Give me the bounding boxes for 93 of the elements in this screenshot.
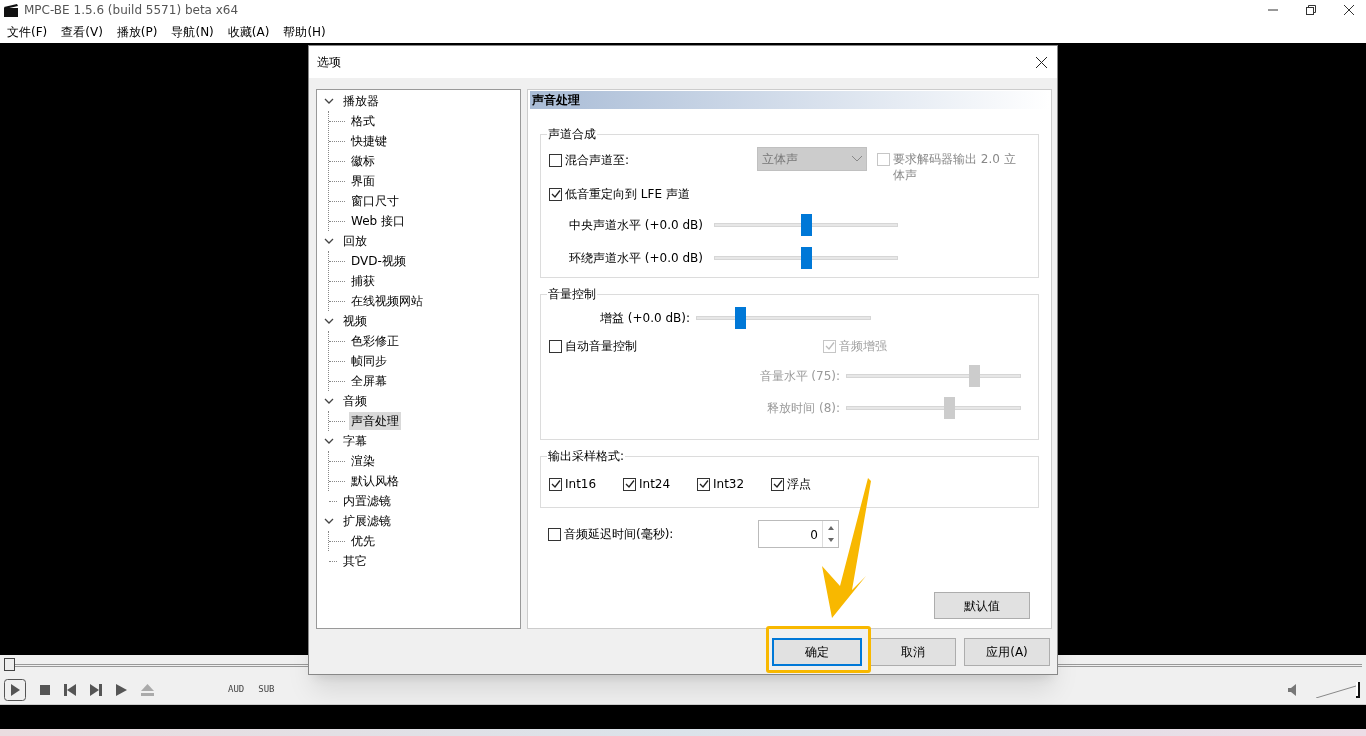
tree-item[interactable]: 字幕: [341, 432, 369, 450]
checkbox[interactable]: [549, 153, 562, 167]
tree-item[interactable]: 捕获: [349, 272, 377, 290]
tree-item[interactable]: Web 接口: [349, 212, 407, 230]
window-title: MPC-BE 1.5.6 (build 5571) beta x64: [24, 2, 239, 19]
menu-item[interactable]: 收藏(A): [227, 22, 270, 41]
previous-icon[interactable]: [64, 683, 76, 696]
checkbox[interactable]: [549, 477, 562, 491]
slider-label: 释放时间 (8):: [766, 400, 841, 417]
close-icon[interactable]: [1036, 56, 1047, 68]
track-label[interactable]: AUD: [228, 682, 245, 697]
group-title: 声道合成: [547, 126, 597, 142]
tree-item[interactable]: 播放器: [341, 92, 381, 110]
checkbox-label: Int24: [639, 476, 671, 493]
maximize-icon[interactable]: [1306, 5, 1316, 15]
tree-item[interactable]: 渲染: [349, 452, 377, 470]
stop-icon[interactable]: [40, 684, 50, 695]
check-icon: [550, 189, 561, 199]
track-label[interactable]: SUB: [258, 682, 275, 697]
tree-item[interactable]: 默认风格: [349, 472, 401, 490]
check-icon: [698, 479, 709, 489]
slider-label: 中央声道水平 (+0.0 dB): [569, 217, 704, 234]
slider-label: 音量水平 (75):: [758, 368, 841, 385]
tree-item[interactable]: 扩展滤镜: [341, 512, 393, 530]
checkbox-label: 音频增强: [839, 338, 887, 355]
tree-item[interactable]: 视频: [341, 312, 369, 330]
checkbox[interactable]: [697, 477, 710, 491]
chevron-icon[interactable]: [324, 516, 334, 526]
tree-item[interactable]: 在线视频网站: [349, 292, 425, 310]
checkbox-label: 要求解码器输出 2.0 立体声: [893, 151, 1017, 183]
tree-item[interactable]: 全屏幕: [349, 372, 389, 390]
slider-thumb[interactable]: [801, 247, 812, 269]
tree-item[interactable]: 快捷键: [349, 132, 389, 150]
tree-item[interactable]: 回放: [341, 232, 369, 250]
checkbox[interactable]: [623, 477, 636, 491]
dialog-title: 选项: [317, 54, 341, 71]
dialog-button[interactable]: 确定: [772, 638, 862, 666]
play-icon[interactable]: [4, 678, 26, 701]
tree-item[interactable]: 格式: [349, 112, 377, 130]
tree-item[interactable]: 内置滤镜: [341, 492, 393, 510]
slider-thumb[interactable]: [801, 214, 812, 236]
checkbox-label: Int32: [713, 476, 745, 493]
checkbox[interactable]: [549, 187, 562, 201]
slider-thumb[interactable]: [734, 307, 746, 329]
menu-item[interactable]: 导航(N): [171, 22, 214, 41]
group-title: 输出采样格式:: [547, 448, 626, 464]
menu-item[interactable]: 播放(P): [116, 22, 158, 41]
tree-item[interactable]: DVD-视频: [349, 252, 408, 270]
tree-item[interactable]: 声音处理: [349, 412, 401, 430]
checkbox[interactable]: [549, 339, 562, 353]
chevron-icon[interactable]: [324, 436, 334, 446]
menu-item[interactable]: 查看(V): [61, 22, 103, 41]
chevron-icon[interactable]: [324, 316, 334, 326]
tree-item[interactable]: 色彩修正: [349, 332, 401, 350]
checkbox-label: 浮点: [787, 476, 811, 493]
default-button[interactable]: 默认值: [934, 592, 1030, 619]
close-icon[interactable]: [1344, 5, 1354, 15]
dialog-button[interactable]: 取消: [870, 638, 956, 666]
chevron-icon[interactable]: [324, 396, 334, 406]
dialog-button[interactable]: 应用(A): [964, 638, 1050, 666]
next-icon[interactable]: [90, 683, 102, 696]
checkbox-label: 音频延迟时间(毫秒):: [564, 526, 674, 543]
slider-label: 环绕声道水平 (+0.0 dB): [569, 250, 704, 267]
tree-item[interactable]: 优先: [349, 532, 377, 550]
chevron-icon: [852, 156, 862, 162]
checkbox[interactable]: [771, 477, 784, 491]
tree-item[interactable]: 窗口尺寸: [349, 192, 401, 210]
checkbox-label: 混合声道至:: [565, 152, 630, 169]
checkbox-label: 低音重定向到 LFE 声道: [565, 186, 690, 203]
check-icon: [772, 479, 783, 489]
check-icon: [624, 479, 635, 489]
menu-item[interactable]: 帮助(H): [283, 22, 326, 41]
clapperboard-icon: [4, 3, 18, 17]
tree-item[interactable]: 徽标: [349, 152, 377, 170]
check-icon: [550, 479, 561, 489]
check-icon: [824, 341, 835, 351]
checkbox-label: 自动音量控制: [565, 338, 637, 355]
chevron-icon[interactable]: [324, 96, 334, 106]
seek-thumb[interactable]: [4, 658, 15, 671]
tree-item[interactable]: 其它: [341, 552, 369, 570]
tree-item[interactable]: 帧同步: [349, 352, 389, 370]
slider-label: 增益 (+0.0 dB):: [598, 310, 691, 327]
volume-thumb[interactable]: [1356, 681, 1360, 698]
tree-item[interactable]: 界面: [349, 172, 377, 190]
play-icon[interactable]: [116, 683, 127, 696]
number-field[interactable]: 0: [758, 520, 839, 548]
chevron-icon[interactable]: [324, 236, 334, 246]
menu-item[interactable]: 文件(F): [7, 22, 48, 41]
tree-item[interactable]: 音频: [341, 392, 369, 410]
checkbox-label: Int16: [565, 476, 597, 493]
group-title: 音量控制: [547, 286, 597, 302]
speaker-icon[interactable]: [1288, 683, 1298, 696]
checkbox[interactable]: [548, 527, 561, 541]
